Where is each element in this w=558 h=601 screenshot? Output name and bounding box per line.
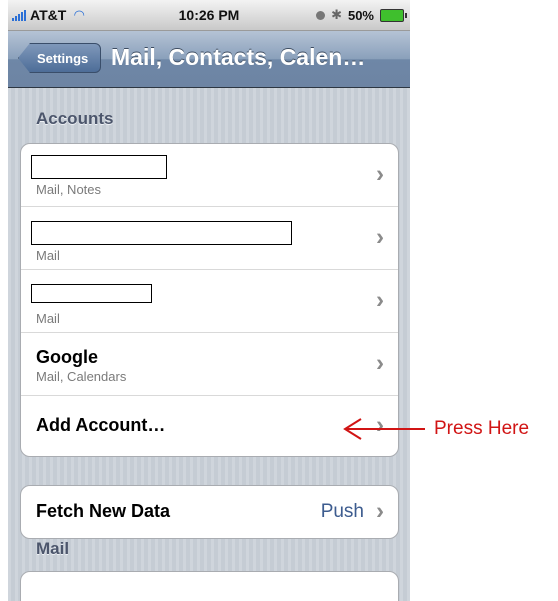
redacted-account-name — [31, 155, 167, 179]
lock-rotation-icon — [316, 10, 326, 20]
page-title: Mail, Contacts, Calen… — [111, 44, 366, 70]
fetch-new-data-label: Fetch New Data — [36, 501, 171, 521]
account-detail: Mail, Notes — [36, 182, 102, 197]
chevron-right-icon: › — [376, 160, 384, 188]
iphone-screen: AT&T ◠ 10:26 PM ✱ 50% Settings Mail, Con… — [8, 0, 410, 601]
status-bar: AT&T ◠ 10:26 PM ✱ 50% — [8, 0, 410, 31]
settings-back-button[interactable]: Settings — [18, 43, 102, 73]
annotation-arrow-icon — [343, 418, 425, 440]
chevron-right-icon: › — [376, 349, 384, 377]
section-header-mail: Mail — [36, 539, 70, 558]
account-name: Google — [36, 347, 98, 367]
navigation-bar: Settings Mail, Contacts, Calen… — [8, 31, 410, 88]
mail-group — [20, 571, 399, 601]
battery-percent: 50% — [347, 7, 374, 23]
fetch-new-data-row[interactable]: Fetch New Data Push › — [21, 486, 398, 538]
chevron-right-icon: › — [376, 286, 384, 314]
fetch-group: Fetch New Data Push › — [20, 485, 399, 539]
chevron-right-icon: › — [376, 497, 384, 525]
status-right: ✱ 50% — [316, 7, 407, 23]
fetch-value: Push — [320, 501, 364, 522]
account-detail: Mail — [36, 248, 60, 263]
account-detail: Mail — [36, 311, 60, 326]
chevron-right-icon: › — [376, 223, 384, 251]
bluetooth-icon: ✱ — [331, 7, 342, 22]
account-row-google[interactable]: Google Mail, Calendars › — [21, 333, 398, 396]
accounts-group: Mail, Notes › Mail › Mail › Google Mail,… — [20, 143, 399, 457]
redacted-account-name — [31, 284, 152, 303]
redacted-account-name — [31, 221, 292, 245]
account-row-1[interactable]: Mail, Notes › — [21, 144, 398, 207]
account-row-3[interactable]: Mail › — [21, 270, 398, 333]
add-account-label: Add Account… — [36, 415, 166, 435]
battery-icon — [380, 8, 407, 22]
section-header-accounts: Accounts — [36, 109, 114, 128]
annotation-press-here: Press Here — [434, 418, 530, 439]
account-detail: Mail, Calendars — [36, 369, 127, 384]
account-row-2[interactable]: Mail › — [21, 207, 398, 270]
